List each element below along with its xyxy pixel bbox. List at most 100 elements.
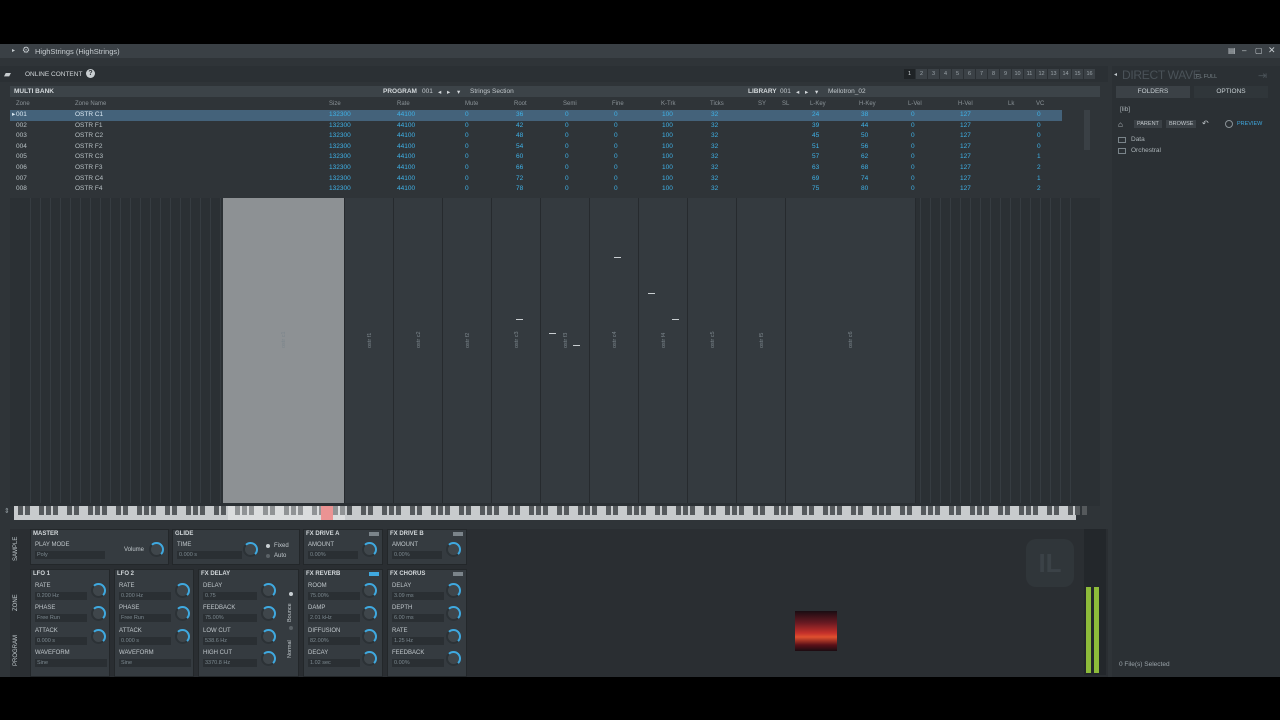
keyboard-scroll-icon[interactable]: ⇕ [4,507,10,515]
black-key[interactable] [627,506,632,515]
piano-keyboard[interactable] [14,506,1087,520]
zone-cell-name[interactable]: OSTR F1 [75,122,102,129]
tab-folders[interactable]: FOLDERS [1116,86,1190,98]
zone-cell-fine[interactable]: 0 [614,111,618,118]
zone-cell-size[interactable]: 132300 [329,164,351,171]
zone-cell-semi[interactable]: 0 [565,164,569,171]
zone-cell-lvel[interactable]: 0 [911,153,915,160]
delay-highcut-knob[interactable] [261,651,276,666]
col-sy[interactable]: SY [758,101,766,107]
col-ticks[interactable]: Ticks [710,101,724,107]
library-name[interactable]: Mellotron_02 [828,88,866,95]
zone-cell-ticks[interactable]: 32 [711,143,718,150]
black-key[interactable] [1026,506,1031,515]
black-key[interactable] [641,506,646,515]
black-key[interactable] [676,506,681,515]
tab-sample[interactable]: SAMPLE [13,537,19,561]
zone-cell-name[interactable]: OSTR C1 [75,111,103,118]
zone-block[interactable]: ostr f2 [443,198,492,503]
zone-cell-root[interactable]: 60 [516,153,523,160]
zone-cell-hvel[interactable]: 127 [960,122,971,129]
slot-tab-13[interactable]: 13 [1048,69,1059,79]
zone-cell-root[interactable]: 78 [516,185,523,192]
zone-cell-hkey[interactable]: 62 [861,153,868,160]
zone-row[interactable]: 005 OSTR C3 132300 44100 0 60 0 0 100 32 57 62 0 127 1 [10,152,1062,163]
zone-cell-lvel[interactable]: 0 [911,132,915,139]
tab-options[interactable]: OPTIONS [1194,86,1268,98]
zone-block[interactable]: ostr c3 [492,198,541,503]
volume-knob[interactable] [149,542,164,557]
black-key[interactable] [214,506,219,515]
black-key[interactable] [725,506,730,515]
tab-zone[interactable]: ZONE [13,594,19,611]
zone-block[interactable]: ostr c1 [223,198,345,503]
zone-cell-hvel[interactable]: 127 [960,111,971,118]
zone-row[interactable]: 001 OSTR C1 132300 44100 0 36 0 0 100 32 24 38 0 127 0… [10,110,1062,121]
slot-tab-7[interactable]: 7 [976,69,987,79]
zone-cell-fine[interactable]: 0 [614,185,618,192]
zone-block[interactable]: ostr f4 [639,198,688,503]
black-key[interactable] [396,506,401,515]
black-key[interactable] [1068,506,1073,515]
black-key[interactable] [606,506,611,515]
bounce-radio[interactable] [289,592,293,596]
home-icon[interactable]: ⌂ [1118,120,1123,129]
col-rate[interactable]: Rate [397,101,410,107]
delay-time-knob[interactable] [261,583,276,598]
black-key[interactable] [949,506,954,515]
maximize-icon[interactable]: ▢ [1255,46,1263,55]
gear-icon[interactable]: ⚙ [22,45,30,56]
slot-tab-4[interactable]: 4 [940,69,951,79]
black-key[interactable] [690,506,695,515]
zone-cell-mute[interactable]: 0 [465,175,469,182]
black-key[interactable] [977,506,982,515]
zone-cell-hvel[interactable]: 127 [960,153,971,160]
zone-cell-semi[interactable]: 0 [565,132,569,139]
black-key[interactable] [494,506,499,515]
col-sl[interactable]: SL [782,101,789,107]
slot-tab-1[interactable]: 1 [904,69,915,79]
black-key[interactable] [998,506,1003,515]
zone-cell-lkey[interactable]: 39 [812,122,819,129]
zone-cell-fine[interactable]: 0 [614,143,618,150]
black-key[interactable] [508,506,513,515]
zone-cell-ktrk[interactable]: 100 [662,132,673,139]
slot-tab-3[interactable]: 3 [928,69,939,79]
zone-cell-lvel[interactable]: 0 [911,122,915,129]
black-key[interactable] [683,506,688,515]
zone-cell-semi[interactable]: 0 [565,153,569,160]
zone-cell-size[interactable]: 132300 [329,111,351,118]
zone-cell-lvel[interactable]: 0 [911,175,915,182]
zone-cell-root[interactable]: 48 [516,132,523,139]
black-key[interactable] [739,506,744,515]
zone-cell-ktrk[interactable]: 100 [662,153,673,160]
col-ktrk[interactable]: K-Trk [661,101,675,107]
zone-cell-hvel[interactable]: 127 [960,164,971,171]
back-icon[interactable]: ↶ [1202,119,1209,128]
black-key[interactable] [1047,506,1052,515]
layout-icon[interactable]: ▤ [1228,46,1236,55]
col-mute[interactable]: Mute [465,101,478,107]
zone-cell-hkey[interactable]: 74 [861,175,868,182]
black-key[interactable] [480,506,485,515]
zone-cell-zone[interactable]: 002 [16,122,27,129]
black-key[interactable] [1019,506,1024,515]
black-key[interactable] [760,506,765,515]
zone-cell-hvel[interactable]: 127 [960,132,971,139]
black-key[interactable] [165,506,170,515]
drive-b-amount-knob[interactable] [446,542,461,557]
black-key[interactable] [830,506,835,515]
chorus-depth-knob[interactable] [446,606,461,621]
black-key[interactable] [368,506,373,515]
black-key[interactable] [382,506,387,515]
zone-block[interactable]: ostr f5 [737,198,786,503]
col-root[interactable]: Root [514,101,527,107]
zone-cell-lvel[interactable]: 0 [911,143,915,150]
zone-cell-mute[interactable]: 0 [465,164,469,171]
zone-cell-vc[interactable]: 2 [1037,185,1041,192]
black-key[interactable] [459,506,464,515]
reverb-diffusion-knob[interactable] [362,629,377,644]
collapse-arrow-icon[interactable]: ◂ [1114,71,1117,78]
zone-block[interactable]: ostr f3 [541,198,590,503]
zone-cell-zone[interactable]: 004 [16,143,27,150]
